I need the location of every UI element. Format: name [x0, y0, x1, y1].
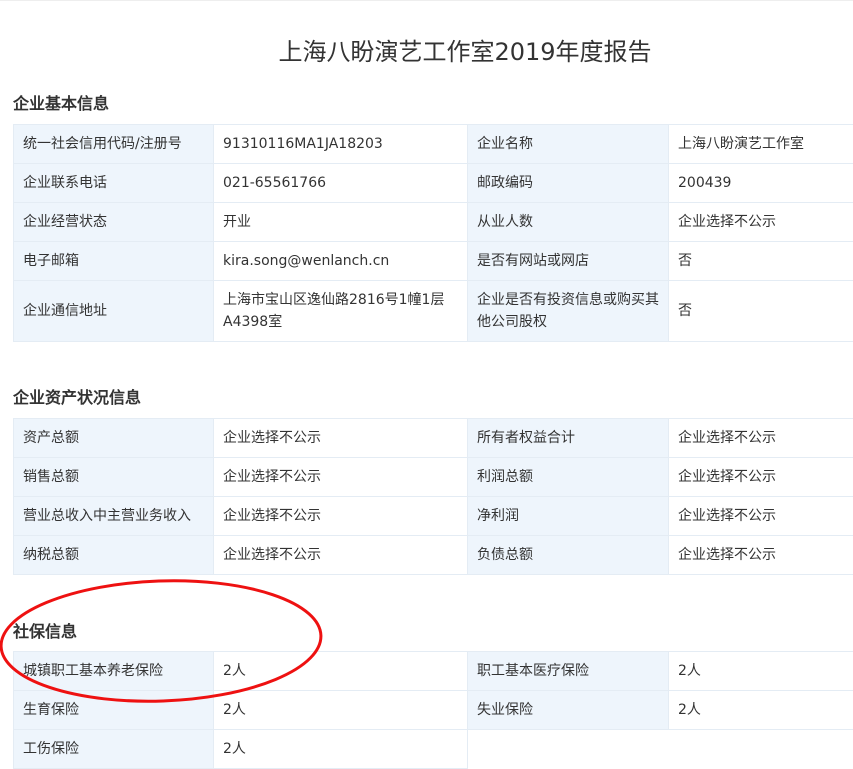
field-value: 2人	[214, 691, 468, 730]
table-row: 城镇职工基本养老保险2人职工基本医疗保险2人	[14, 652, 853, 691]
field-value: 91310116MA1JA18203	[214, 125, 468, 164]
basic-info-table: 统一社会信用代码/注册号91310116MA1JA18203企业名称上海八盼演艺…	[13, 124, 853, 342]
field-value: 企业选择不公示	[669, 536, 853, 575]
field-label: 生育保险	[14, 691, 214, 730]
social-insurance-table: 城镇职工基本养老保险2人职工基本医疗保险2人生育保险2人失业保险2人工伤保险2人	[13, 651, 853, 769]
field-value: 2人	[669, 691, 853, 730]
field-label: 销售总额	[14, 458, 214, 497]
red-circle-annotation	[0, 0, 853, 760]
field-label: 从业人数	[468, 203, 669, 242]
field-value: 企业选择不公示	[669, 419, 853, 458]
table-row: 销售总额企业选择不公示利润总额企业选择不公示	[14, 458, 853, 497]
table-row: 工伤保险2人	[14, 730, 853, 769]
field-label: 企业通信地址	[14, 281, 214, 342]
field-label: 职工基本医疗保险	[468, 652, 669, 691]
field-label: 是否有网站或网店	[468, 242, 669, 281]
table-row: 电子邮箱kira.song@wenlanch.cn是否有网站或网店否	[14, 242, 853, 281]
field-label: 城镇职工基本养老保险	[14, 652, 214, 691]
field-label: 净利润	[468, 497, 669, 536]
field-value: 企业选择不公示	[214, 458, 468, 497]
field-label: 工伤保险	[14, 730, 214, 769]
table-row: 企业通信地址上海市宝山区逸仙路2816号1幢1层A4398室企业是否有投资信息或…	[14, 281, 853, 342]
field-label: 统一社会信用代码/注册号	[14, 125, 214, 164]
field-value: kira.song@wenlanch.cn	[214, 242, 468, 281]
field-label: 企业名称	[468, 125, 669, 164]
table-row: 企业联系电话021-65561766邮政编码200439	[14, 164, 853, 203]
table-row: 纳税总额企业选择不公示负债总额企业选择不公示	[14, 536, 853, 575]
page-title: 上海八盼演艺工作室2019年度报告	[0, 32, 853, 67]
field-label: 企业经营状态	[14, 203, 214, 242]
field-label: 邮政编码	[468, 164, 669, 203]
field-value: 企业选择不公示	[669, 458, 853, 497]
field-value: 企业选择不公示	[214, 497, 468, 536]
field-value: 2人	[214, 730, 468, 769]
table-row: 统一社会信用代码/注册号91310116MA1JA18203企业名称上海八盼演艺…	[14, 125, 853, 164]
field-value: 否	[669, 242, 853, 281]
section-heading-social: 社保信息	[13, 618, 77, 642]
table-row: 资产总额企业选择不公示所有者权益合计企业选择不公示	[14, 419, 853, 458]
field-label: 失业保险	[468, 691, 669, 730]
table-row: 企业经营状态开业从业人数企业选择不公示	[14, 203, 853, 242]
field-label: 企业联系电话	[14, 164, 214, 203]
field-label: 利润总额	[468, 458, 669, 497]
top-divider	[0, 0, 853, 1]
table-row: 营业总收入中主营业务收入企业选择不公示净利润企业选择不公示	[14, 497, 853, 536]
field-value: 2人	[669, 652, 853, 691]
field-label: 纳税总额	[14, 536, 214, 575]
field-label: 电子邮箱	[14, 242, 214, 281]
field-value: 上海市宝山区逸仙路2816号1幢1层A4398室	[214, 281, 468, 342]
field-value: 企业选择不公示	[669, 497, 853, 536]
field-label: 营业总收入中主营业务收入	[14, 497, 214, 536]
field-value: 企业选择不公示	[669, 203, 853, 242]
field-label: 所有者权益合计	[468, 419, 669, 458]
field-value: 2人	[214, 652, 468, 691]
assets-table: 资产总额企业选择不公示所有者权益合计企业选择不公示销售总额企业选择不公示利润总额…	[13, 418, 853, 575]
field-label: 资产总额	[14, 419, 214, 458]
field-value: 企业选择不公示	[214, 536, 468, 575]
field-value: 上海八盼演艺工作室	[669, 125, 853, 164]
section-heading-assets: 企业资产状况信息	[13, 384, 141, 408]
section-heading-basic: 企业基本信息	[13, 90, 109, 114]
field-value: 021-65561766	[214, 164, 468, 203]
field-label: 负债总额	[468, 536, 669, 575]
field-label: 企业是否有投资信息或购买其他公司股权	[468, 281, 669, 342]
field-value: 否	[669, 281, 853, 342]
table-row: 生育保险2人失业保险2人	[14, 691, 853, 730]
field-value: 企业选择不公示	[214, 419, 468, 458]
field-value: 200439	[669, 164, 853, 203]
field-value: 开业	[214, 203, 468, 242]
